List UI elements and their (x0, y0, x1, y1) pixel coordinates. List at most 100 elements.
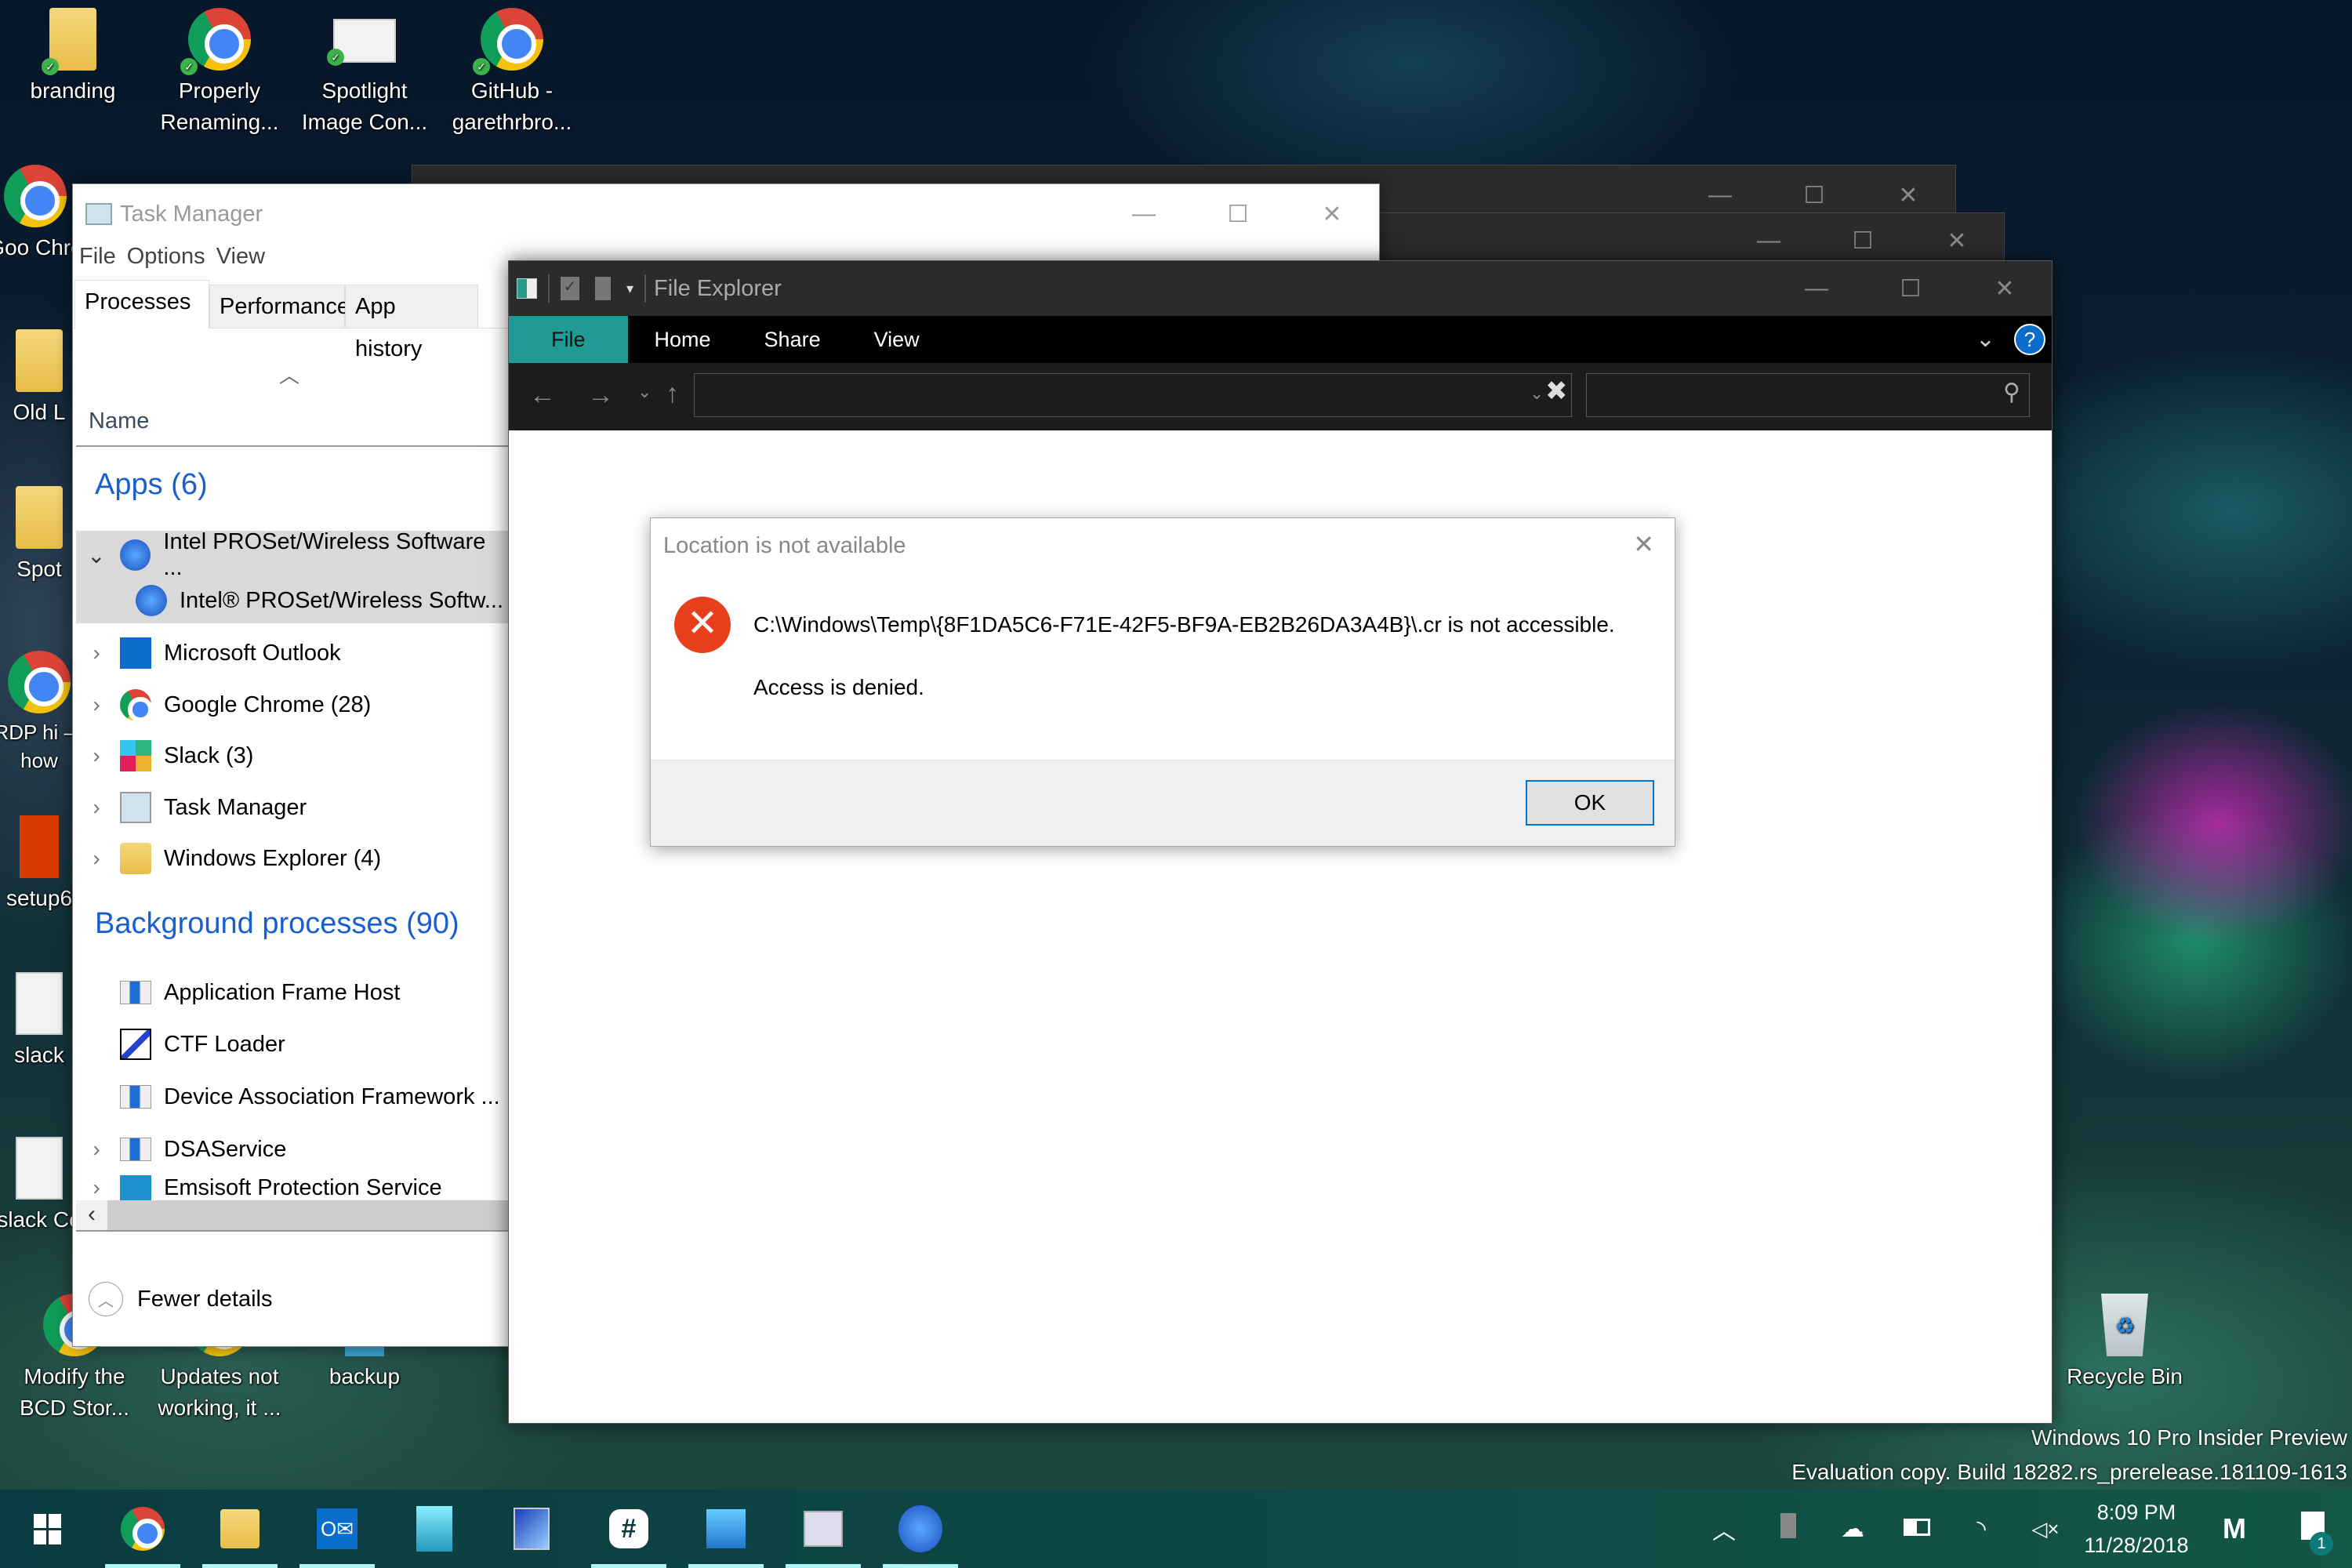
task-manager-icon (85, 203, 112, 225)
qat-customize-icon[interactable]: ▾ (626, 281, 633, 297)
ribbon-tabs: File Home Share View ⌄ ? (509, 316, 2052, 363)
ok-button[interactable]: OK (1526, 780, 1654, 826)
maximize-button[interactable]: ☐ (1864, 261, 1958, 316)
chevron-right-icon[interactable]: › (73, 846, 120, 871)
search-icon[interactable]: ⚲ (2003, 379, 2020, 406)
maximize-button[interactable]: ☐ (1191, 184, 1285, 244)
desktop-icon-recycle-bin[interactable]: ♻ Recycle Bin (2054, 1294, 2195, 1392)
taskbar-buildings-app[interactable] (386, 1490, 483, 1568)
desktop-icon-branding[interactable]: ✓ branding (2, 8, 143, 107)
process-name: Windows Explorer (4) (164, 845, 382, 871)
onedrive-icon[interactable]: ☁ (1820, 1515, 1885, 1543)
desktop-icon-properly-renaming[interactable]: ✓ Properly Renaming... (149, 8, 290, 138)
notification-badge: 1 (2310, 1532, 2333, 1555)
process-name: Google Chrome (28) (164, 691, 372, 717)
close-button[interactable]: ✕ (1285, 184, 1379, 244)
dialog-title-bar[interactable]: Location is not available ✕ (651, 518, 1675, 573)
process-row-ctf-loader[interactable]: CTF Loader (73, 1020, 509, 1069)
tab-app-history[interactable]: App history (345, 285, 478, 361)
wifi-status-icon[interactable]: ◝ (1949, 1515, 2013, 1543)
process-row-task-manager[interactable]: › Task Manager (73, 783, 509, 832)
horizontal-scrollbar[interactable]: ‹ (76, 1200, 509, 1230)
taskbar-intel-wireless[interactable] (872, 1490, 969, 1568)
sort-chevron-up-icon[interactable]: ︿ (279, 360, 299, 389)
process-row-device-association[interactable]: Device Association Framework ... (73, 1073, 509, 1121)
tab-performance[interactable]: Performance (209, 285, 350, 328)
task-manager-title-bar[interactable]: Task Manager — ☐ ✕ (73, 184, 1379, 244)
address-input[interactable] (694, 373, 1572, 417)
new-folder-icon[interactable] (595, 277, 611, 300)
volume-muted-icon[interactable]: ◁× (2013, 1517, 2078, 1541)
action-center-icon[interactable]: 1 (2274, 1512, 2352, 1555)
taskbar-chrome[interactable] (94, 1490, 191, 1568)
fewer-details-button[interactable]: ︿ Fewer details (89, 1282, 272, 1316)
tab-processes[interactable]: Processes (74, 280, 209, 328)
process-name: Application Frame Host (164, 979, 401, 1005)
ribbon-tab-share[interactable]: Share (738, 316, 848, 363)
battery-icon[interactable] (1885, 1515, 1949, 1542)
tray-app-icon[interactable] (1756, 1513, 1820, 1544)
chevron-right-icon[interactable]: › (73, 1137, 120, 1162)
taskbar-control-panel[interactable] (677, 1490, 775, 1568)
menu-options[interactable]: Options (127, 244, 205, 278)
chrome-shortcut-icon (4, 165, 67, 227)
taskbar-outlook[interactable]: O✉ (289, 1490, 386, 1568)
ribbon-tab-view[interactable]: View (848, 316, 946, 363)
chevron-right-icon[interactable]: › (73, 692, 120, 717)
clock-date: 11/28/2018 (2084, 1534, 2189, 1557)
desktop-icon-label: GitHub - garethrbro... (452, 78, 572, 134)
process-row-outlook[interactable]: › Microsoft Outlook (73, 629, 509, 677)
chevron-right-icon[interactable]: › (73, 1175, 120, 1200)
forward-arrow-icon[interactable]: → (587, 380, 614, 411)
search-input[interactable] (1586, 373, 2030, 417)
column-header-name[interactable]: Name (89, 408, 149, 434)
minimize-button[interactable]: — (1097, 184, 1191, 244)
process-row-emsisoft[interactable]: › Emsisoft Protection Service (73, 1175, 509, 1200)
m-app-icon[interactable]: M (2195, 1512, 2274, 1545)
start-button[interactable] (0, 1490, 94, 1568)
menu-view[interactable]: View (216, 244, 265, 278)
dialog-detail: Access is denied. (753, 675, 924, 699)
chevron-right-icon[interactable]: › (73, 795, 120, 820)
chevron-down-icon[interactable]: ⌄ (73, 543, 120, 568)
process-row-dsaservice[interactable]: › DSAService (73, 1125, 509, 1174)
ribbon-tab-home[interactable]: Home (628, 316, 738, 363)
process-row-chrome[interactable]: › Google Chrome (28) (73, 681, 509, 729)
back-arrow-icon[interactable]: ← (529, 380, 556, 411)
taskbar-task-manager[interactable] (775, 1490, 872, 1568)
taskbar-remote-desktop[interactable] (483, 1490, 580, 1568)
chevron-right-icon[interactable]: › (73, 743, 120, 768)
process-row-slack[interactable]: › Slack (3) (73, 731, 509, 780)
properties-icon[interactable]: ✓ (561, 277, 579, 300)
scroll-left-arrow-icon[interactable]: ‹ (76, 1200, 107, 1230)
taskbar-slack[interactable]: # (580, 1490, 677, 1568)
ribbon-expand-chevron-icon[interactable]: ⌄ (1976, 325, 1995, 353)
minimize-button[interactable]: — (1769, 261, 1864, 316)
close-button[interactable]: ✕ (1958, 261, 2052, 316)
help-icon[interactable]: ? (2014, 324, 2045, 355)
chrome-icon (8, 651, 71, 713)
ribbon-tab-file[interactable]: File (509, 316, 628, 363)
process-row-app-frame-host[interactable]: Application Frame Host (73, 968, 509, 1017)
fewer-details-label: Fewer details (137, 1286, 273, 1312)
desktop-icon-github[interactable]: ✓ GitHub - garethrbro... (441, 8, 583, 138)
process-row-intel-child[interactable]: Intel® PROSet/Wireless Softw... (73, 576, 509, 625)
wifi-icon (136, 585, 167, 616)
chevron-up-circle-icon: ︿ (89, 1282, 123, 1316)
menu-file[interactable]: File (79, 244, 116, 278)
desktop-icon-spotlight[interactable]: ✓ Spotlight Image Con... (294, 8, 435, 138)
desktop-icon-label: Recycle Bin (2067, 1364, 2183, 1388)
process-row-windows-explorer[interactable]: › Windows Explorer (4) (73, 834, 509, 883)
clock[interactable]: 8:09 PM 11/28/2018 (2078, 1496, 2195, 1562)
process-row-intel[interactable]: ⌄ Intel PROSet/Wireless Software ... (73, 529, 509, 580)
show-hidden-icons-chevron[interactable]: ︿ (1692, 1512, 1756, 1546)
file-explorer-title-bar[interactable]: ✓ ▾ File Explorer — ☐ ✕ (509, 261, 2052, 316)
up-arrow-icon[interactable]: ↑ (666, 379, 679, 409)
dialog-close-button[interactable]: ✕ (1633, 529, 1654, 559)
office-icon (20, 815, 59, 878)
address-dropdown-icon[interactable]: ⌄ (1530, 383, 1544, 404)
recent-locations-chevron-icon[interactable]: ⌄ (637, 382, 652, 402)
chevron-right-icon[interactable]: › (73, 641, 120, 666)
taskbar-file-explorer[interactable] (191, 1490, 289, 1568)
address-clear-icon[interactable]: ✖ (1545, 376, 1568, 407)
